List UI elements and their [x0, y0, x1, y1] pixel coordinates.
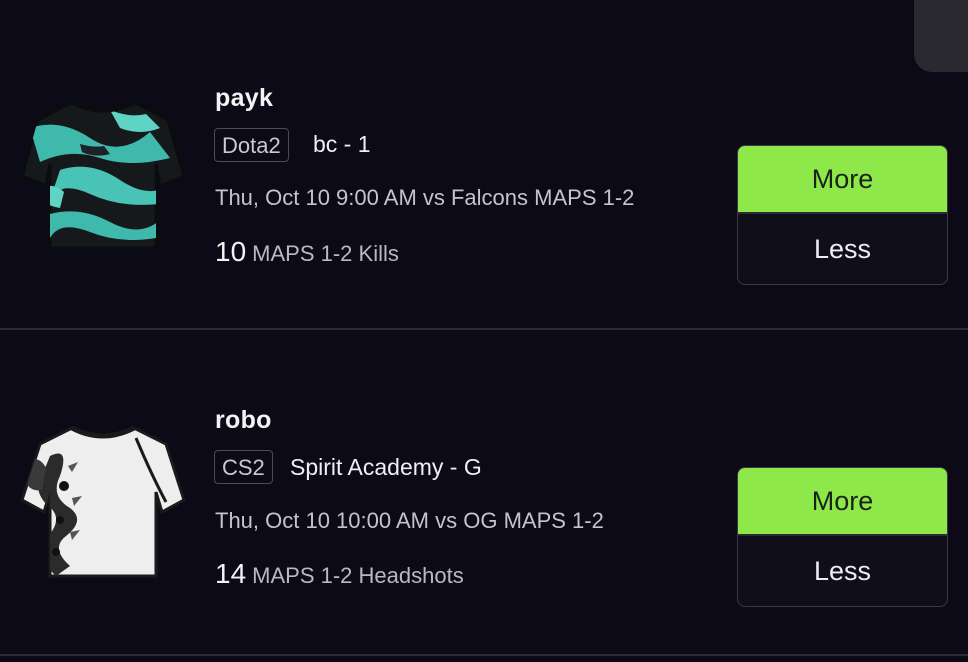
teal-camo-jersey-icon	[20, 99, 186, 250]
player-card-payk[interactable]: payk Dota2 bc - 1 Thu, Oct 10 9:00 AM vs…	[0, 0, 968, 330]
stat-line: 10 MAPS 1-2 Kills	[215, 236, 399, 268]
player-card-robo[interactable]: robo CS2 Spirit Academy - G Thu, Oct 10 …	[0, 330, 968, 660]
less-button[interactable]: Less	[738, 214, 947, 284]
match-line: Thu, Oct 10 10:00 AM vs OG MAPS 1-2	[215, 508, 604, 533]
card-divider	[0, 654, 968, 656]
team-line: Spirit Academy - G	[290, 454, 482, 480]
stat-line: 14 MAPS 1-2 Headshots	[215, 558, 464, 590]
less-button[interactable]: Less	[738, 536, 947, 606]
more-button[interactable]: More	[738, 146, 947, 214]
more-button[interactable]: More	[738, 468, 947, 536]
team-line: bc - 1	[313, 131, 371, 157]
game-badge: Dota2	[214, 128, 289, 162]
stat-value: 14	[215, 558, 247, 589]
game-badge: CS2	[214, 450, 273, 484]
pick-toggle: More Less	[737, 145, 948, 285]
white-dragon-jersey-icon	[20, 425, 186, 578]
stat-label: MAPS 1-2 Kills	[252, 241, 399, 266]
player-name: robo	[215, 406, 272, 434]
match-line: Thu, Oct 10 9:00 AM vs Falcons MAPS 1-2	[215, 185, 635, 210]
pick-toggle: More Less	[737, 467, 948, 607]
stat-label: MAPS 1-2 Headshots	[252, 563, 464, 588]
stat-value: 10	[215, 236, 247, 267]
player-name: payk	[215, 84, 274, 112]
